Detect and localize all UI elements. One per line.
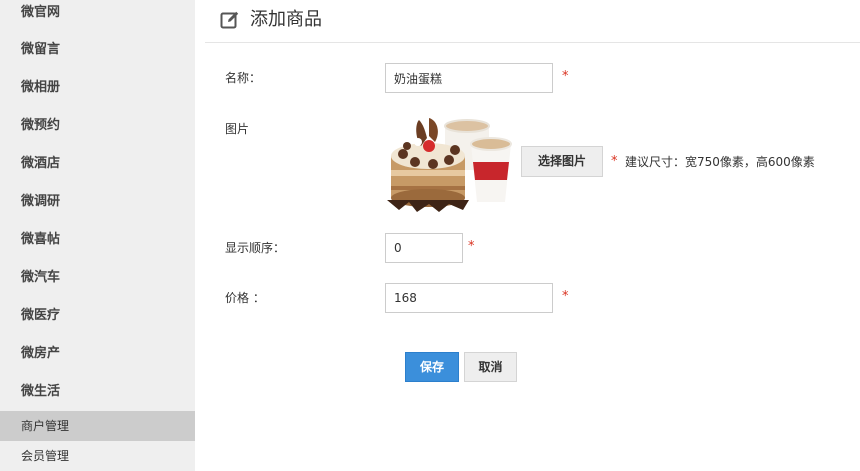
product-image-thumbnail xyxy=(387,118,512,212)
sidebar: 微官网 微留言 微相册 微预约 微酒店 微调研 微喜帖 微汽车 微医疗 微房产 … xyxy=(0,0,195,471)
sidebar-item-weiqiche[interactable]: 微汽车 xyxy=(0,259,195,297)
sidebar-item-weiyuyue[interactable]: 微预约 xyxy=(0,107,195,145)
sidebar-item-weixitie[interactable]: 微喜帖 xyxy=(0,221,195,259)
sidebar-subitem-merchant-management[interactable]: 商户管理 xyxy=(0,411,195,441)
sidebar-item-weijiudian[interactable]: 微酒店 xyxy=(0,145,195,183)
name-required-mark: * xyxy=(562,69,569,84)
sidebar-item-weixiangce[interactable]: 微相册 xyxy=(0,69,195,107)
page-header: 添加商品 xyxy=(205,0,860,43)
price-label: 价格 ： xyxy=(225,291,265,305)
sidebar-item-weidiaoyan[interactable]: 微调研 xyxy=(0,183,195,221)
sidebar-item-weiyiliao[interactable]: 微医疗 xyxy=(0,297,195,335)
select-image-button[interactable]: 选择图片 xyxy=(521,146,603,177)
sidebar-item-weifangchan[interactable]: 微房产 xyxy=(0,335,195,373)
edit-icon xyxy=(220,11,239,29)
image-label: 图片 xyxy=(225,122,250,136)
main-content: 添加商品 名称： * 图片 选择图片 * 建议 xyxy=(205,0,860,471)
sidebar-subitem-member-management[interactable]: 会员管理 xyxy=(0,441,195,471)
save-button[interactable]: 保存 xyxy=(405,352,459,382)
display-order-label: 显示顺序： xyxy=(225,241,286,255)
page-title: 添加商品 xyxy=(250,9,322,30)
sidebar-item-weiguanwang[interactable]: 微官网 xyxy=(0,0,195,31)
name-label: 名称： xyxy=(225,71,262,85)
display-order-required-mark: * xyxy=(468,239,475,254)
image-size-hint: 建议尺寸：宽750像素，高600像素 xyxy=(625,155,815,169)
display-order-input[interactable] xyxy=(385,233,463,263)
cancel-button[interactable]: 取消 xyxy=(464,352,517,382)
name-input[interactable] xyxy=(385,63,553,93)
sidebar-item-weishenghuo[interactable]: 微生活 xyxy=(0,373,195,411)
price-required-mark: * xyxy=(562,289,569,304)
sidebar-item-weiliuyan[interactable]: 微留言 xyxy=(0,31,195,69)
image-required-mark: * xyxy=(611,154,618,169)
price-input[interactable] xyxy=(385,283,553,313)
